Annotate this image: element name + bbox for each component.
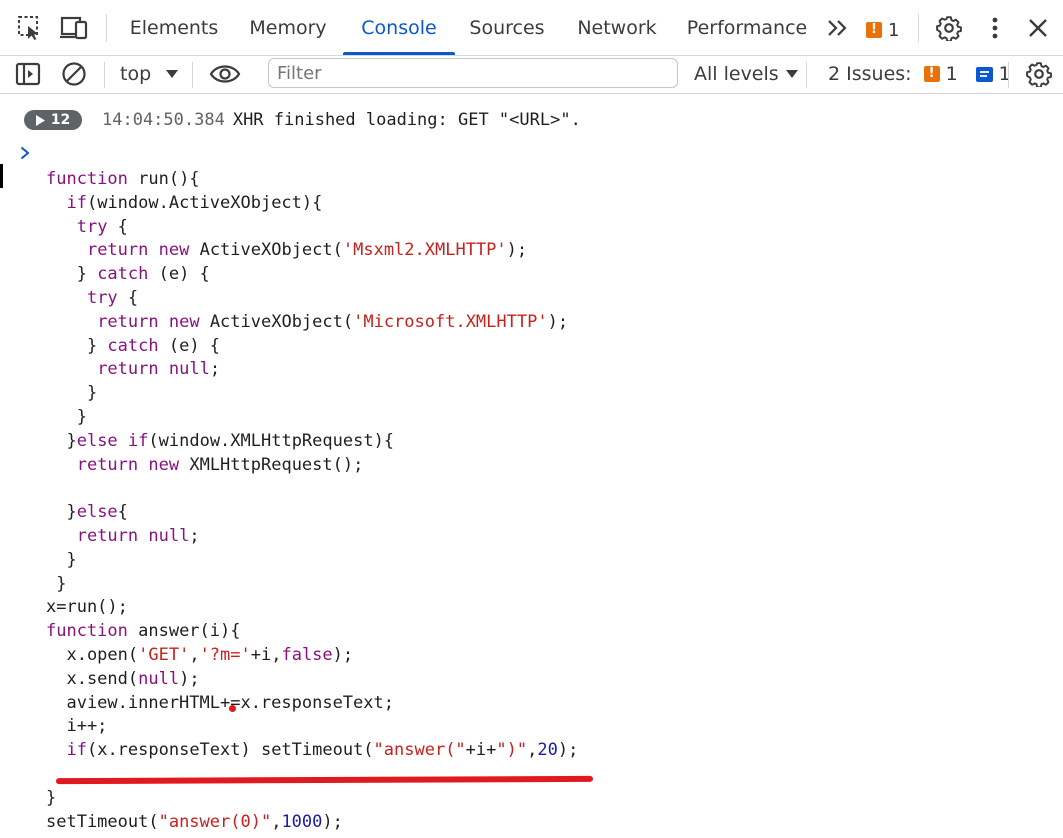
sidebar-toggle-icon[interactable] [14,60,42,88]
code-line: function run(){ [46,169,200,189]
code-line: if(window.ActiveXObject){ [66,192,323,213]
message-group-count[interactable]: 12 [24,110,82,130]
toolbar-divider [918,14,919,42]
code-line: setTimeout("answer(0)",1000); [46,811,343,832]
live-expression-eye-icon[interactable] [208,60,242,88]
code-line: x=run(); [46,597,128,618]
toolbar-divider [192,62,193,88]
context-selector[interactable]: top [120,56,179,92]
annotation-dot [229,705,236,712]
devtools-tab-bar: Elements Memory Console Sources Network … [0,0,1063,56]
console-message-row[interactable]: 12 14:04:50.384 XHR finished loading: GE… [24,108,581,132]
console-output: 12 14:04:50.384 XHR finished loading: GE… [0,94,1063,838]
code-line: return new ActiveXObject('Microsoft.XMLH… [97,311,569,332]
code-line: } [46,549,77,570]
code-line: } [46,787,57,808]
info-message-icon [975,66,993,82]
code-line: } [46,383,98,404]
code-line: x.send(null); [46,668,200,689]
log-levels-label: All levels [694,63,779,85]
text-cursor [0,164,3,188]
toolbar-divider [106,14,107,42]
warnings-count: 1 [888,19,900,41]
message-timestamp: 14:04:50.384 [102,110,225,130]
code-line: }else{ [46,502,128,523]
tab-console[interactable]: Console [343,0,455,55]
console-input-code[interactable]: function run(){ if(window.ActiveXObject)… [46,168,578,834]
inspect-element-icon[interactable] [16,14,44,42]
device-toolbar-icon[interactable] [60,14,88,42]
log-levels-dropdown[interactable]: All levels [694,56,799,92]
code-line: return new ActiveXObject('Msxml2.XMLHTTP… [86,240,528,261]
tab-elements[interactable]: Elements [122,0,226,55]
dropdown-arrow-icon [785,70,798,78]
code-line: return null; [97,359,221,380]
code-line: try { [76,216,128,237]
message-text: XHR finished loading: GET "<URL>". [232,110,581,130]
code-line: }else if(window.XMLHttpRequest){ [46,430,395,451]
tab-memory[interactable]: Memory [236,0,340,55]
expand-triangle-icon [35,114,45,126]
settings-gear-icon[interactable] [935,14,963,42]
tab-network[interactable]: Network [566,0,668,55]
code-line: } [46,406,87,427]
tab-performance[interactable]: Performance [684,0,810,55]
issues-label: 2 Issues: [828,63,912,85]
more-tabs-chevron-icon[interactable] [824,14,852,42]
warnings-counter[interactable]: ! 1 [866,19,900,41]
console-settings-gear-icon[interactable] [1025,60,1053,88]
code-line: } catch (e) { [46,335,221,356]
code-line: } catch (e) { [46,264,210,285]
console-filter-input[interactable] [268,58,678,88]
code-line: return new XMLHttpRequest(); [76,454,364,475]
tab-sources[interactable]: Sources [460,0,554,55]
code-line: i++; [46,716,108,737]
warning-icon: ! [866,22,882,38]
code-line: try { [86,287,139,308]
clear-console-icon[interactable] [60,60,88,88]
context-selector-value: top [120,63,152,85]
code-line: x.open('GET','?m='+i,false); [46,644,354,665]
close-devtools-icon[interactable] [1024,14,1052,42]
code-line: aview.innerHTML+=x.responseText; [46,692,394,713]
code-line: } [46,573,67,594]
issues-counter[interactable]: 2 Issues: ! 1 1 [828,56,1011,92]
code-line: function answer(i){ [46,621,241,642]
toolbar-divider [806,62,807,88]
dropdown-arrow-icon [166,70,179,78]
more-options-icon[interactable] [981,14,1009,42]
active-tab-indicator [343,52,455,55]
toolbar-divider [104,62,105,88]
console-toolbar: top All levels 2 Issues: ! 1 1 [0,56,1063,94]
code-line: return null; [76,525,200,546]
issues-warning-count: 1 [945,63,958,85]
code-line: if(x.responseText) setTimeout("answer("+… [66,740,579,761]
console-prompt-icon [20,144,30,165]
warning-icon: ! [923,66,940,82]
toolbar-divider [1008,62,1009,88]
